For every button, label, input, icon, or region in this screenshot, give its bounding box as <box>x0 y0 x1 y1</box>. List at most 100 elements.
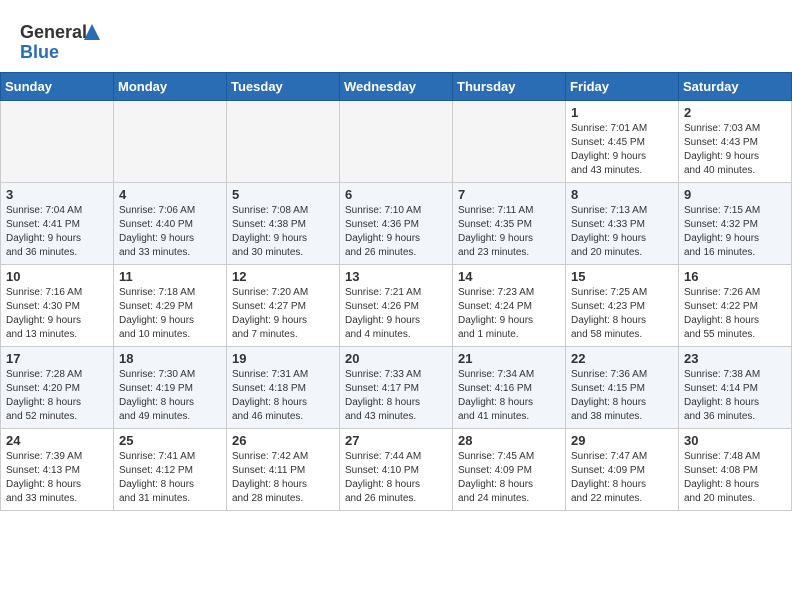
day-number: 15 <box>571 269 673 284</box>
calendar-cell: 23 Sunrise: 7:38 AM Sunset: 4:14 PM Dayli… <box>679 347 792 429</box>
calendar-cell <box>114 101 227 183</box>
day-info: Sunrise: 7:21 AM Sunset: 4:26 PM Dayligh… <box>345 286 447 342</box>
day-info: Sunrise: 7:38 AM Sunset: 4:14 PM Dayligh… <box>684 368 786 424</box>
day-info: Sunrise: 7:06 AM Sunset: 4:40 PM Dayligh… <box>119 204 221 260</box>
calendar-cell: 27Sunrise: 7:44 AM Sunset: 4:10 PM Dayli… <box>340 429 453 511</box>
calendar-cell: 6 Sunrise: 7:10 AM Sunset: 4:36 PM Daylig… <box>340 183 453 265</box>
calendar-cell: 7 Sunrise: 7:11 AM Sunset: 4:35 PM Daylig… <box>453 183 566 265</box>
day-number: 12 <box>232 269 334 284</box>
calendar-week-row: 3 Sunrise: 7:04 AM Sunset: 4:41 PM Daylig… <box>1 183 792 265</box>
day-info: Sunrise: 7:18 AM Sunset: 4:29 PM Dayligh… <box>119 286 221 342</box>
calendar-cell: 29Sunrise: 7:47 AM Sunset: 4:09 PM Dayli… <box>566 429 679 511</box>
day-info: Sunrise: 7:13 AM Sunset: 4:33 PM Dayligh… <box>571 204 673 260</box>
day-number: 4 <box>119 187 221 202</box>
calendar-header-row: SundayMondayTuesdayWednesdayThursdayFrid… <box>1 73 792 101</box>
day-info: Sunrise: 7:08 AM Sunset: 4:38 PM Dayligh… <box>232 204 334 260</box>
calendar-cell: 2 Sunrise: 7:03 AM Sunset: 4:43 PM Daylig… <box>679 101 792 183</box>
day-number: 17 <box>6 351 108 366</box>
day-info: Sunrise: 7:45 AM Sunset: 4:09 PM Dayligh… <box>458 450 560 506</box>
day-number: 28 <box>458 433 560 448</box>
day-number: 2 <box>684 105 786 120</box>
day-number: 3 <box>6 187 108 202</box>
day-info: Sunrise: 7:25 AM Sunset: 4:23 PM Dayligh… <box>571 286 673 342</box>
calendar-cell: 28 Sunrise: 7:45 AM Sunset: 4:09 PM Dayli… <box>453 429 566 511</box>
calendar-cell: 14 Sunrise: 7:23 AM Sunset: 4:24 PM Dayli… <box>453 265 566 347</box>
calendar-cell: 3 Sunrise: 7:04 AM Sunset: 4:41 PM Daylig… <box>1 183 114 265</box>
day-info: Sunrise: 7:31 AM Sunset: 4:18 PM Dayligh… <box>232 368 334 424</box>
logo-svg: General Blue <box>20 16 110 64</box>
calendar-cell <box>227 101 340 183</box>
day-info: Sunrise: 7:04 AM Sunset: 4:41 PM Dayligh… <box>6 204 108 260</box>
calendar-cell: 1Sunrise: 7:01 AM Sunset: 4:45 PM Daylig… <box>566 101 679 183</box>
calendar-cell: 17 Sunrise: 7:28 AM Sunset: 4:20 PM Dayli… <box>1 347 114 429</box>
day-number: 29 <box>571 433 673 448</box>
calendar-cell <box>340 101 453 183</box>
day-number: 14 <box>458 269 560 284</box>
day-info: Sunrise: 7:36 AM Sunset: 4:15 PM Dayligh… <box>571 368 673 424</box>
day-number: 7 <box>458 187 560 202</box>
day-number: 6 <box>345 187 447 202</box>
day-info: Sunrise: 7:26 AM Sunset: 4:22 PM Dayligh… <box>684 286 786 342</box>
day-number: 10 <box>6 269 108 284</box>
day-info: Sunrise: 7:44 AM Sunset: 4:10 PM Dayligh… <box>345 450 447 506</box>
day-number: 23 <box>684 351 786 366</box>
calendar-week-row: 1Sunrise: 7:01 AM Sunset: 4:45 PM Daylig… <box>1 101 792 183</box>
page-header: General Blue <box>0 0 792 72</box>
calendar-week-row: 24 Sunrise: 7:39 AM Sunset: 4:13 PM Dayli… <box>1 429 792 511</box>
calendar-cell <box>1 101 114 183</box>
day-number: 26 <box>232 433 334 448</box>
day-info: Sunrise: 7:42 AM Sunset: 4:11 PM Dayligh… <box>232 450 334 506</box>
day-info: Sunrise: 7:20 AM Sunset: 4:27 PM Dayligh… <box>232 286 334 342</box>
calendar-cell: 30Sunrise: 7:48 AM Sunset: 4:08 PM Dayli… <box>679 429 792 511</box>
calendar-cell: 4 Sunrise: 7:06 AM Sunset: 4:40 PM Daylig… <box>114 183 227 265</box>
calendar-header-saturday: Saturday <box>679 73 792 101</box>
day-number: 19 <box>232 351 334 366</box>
day-number: 25 <box>119 433 221 448</box>
calendar-cell: 11 Sunrise: 7:18 AM Sunset: 4:29 PM Dayli… <box>114 265 227 347</box>
day-number: 5 <box>232 187 334 202</box>
day-number: 8 <box>571 187 673 202</box>
calendar-cell: 18 Sunrise: 7:30 AM Sunset: 4:19 PM Dayli… <box>114 347 227 429</box>
calendar-cell: 20Sunrise: 7:33 AM Sunset: 4:17 PM Dayli… <box>340 347 453 429</box>
day-info: Sunrise: 7:34 AM Sunset: 4:16 PM Dayligh… <box>458 368 560 424</box>
calendar-cell: 24 Sunrise: 7:39 AM Sunset: 4:13 PM Dayli… <box>1 429 114 511</box>
calendar-cell: 12 Sunrise: 7:20 AM Sunset: 4:27 PM Dayli… <box>227 265 340 347</box>
calendar-cell <box>453 101 566 183</box>
day-info: Sunrise: 7:28 AM Sunset: 4:20 PM Dayligh… <box>6 368 108 424</box>
day-info: Sunrise: 7:15 AM Sunset: 4:32 PM Dayligh… <box>684 204 786 260</box>
calendar-header-monday: Monday <box>114 73 227 101</box>
day-number: 16 <box>684 269 786 284</box>
logo: General Blue <box>20 16 110 64</box>
calendar-cell: 15 Sunrise: 7:25 AM Sunset: 4:23 PM Dayli… <box>566 265 679 347</box>
calendar-header-wednesday: Wednesday <box>340 73 453 101</box>
day-number: 11 <box>119 269 221 284</box>
calendar-cell: 16 Sunrise: 7:26 AM Sunset: 4:22 PM Dayli… <box>679 265 792 347</box>
calendar-header-sunday: Sunday <box>1 73 114 101</box>
calendar-cell: 22 Sunrise: 7:36 AM Sunset: 4:15 PM Dayli… <box>566 347 679 429</box>
calendar-header-thursday: Thursday <box>453 73 566 101</box>
day-number: 20 <box>345 351 447 366</box>
day-number: 22 <box>571 351 673 366</box>
day-number: 18 <box>119 351 221 366</box>
day-number: 24 <box>6 433 108 448</box>
day-info: Sunrise: 7:30 AM Sunset: 4:19 PM Dayligh… <box>119 368 221 424</box>
calendar-cell: 9Sunrise: 7:15 AM Sunset: 4:32 PM Daylig… <box>679 183 792 265</box>
calendar-week-row: 10Sunrise: 7:16 AM Sunset: 4:30 PM Dayli… <box>1 265 792 347</box>
day-info: Sunrise: 7:23 AM Sunset: 4:24 PM Dayligh… <box>458 286 560 342</box>
day-info: Sunrise: 7:39 AM Sunset: 4:13 PM Dayligh… <box>6 450 108 506</box>
day-info: Sunrise: 7:41 AM Sunset: 4:12 PM Dayligh… <box>119 450 221 506</box>
day-number: 13 <box>345 269 447 284</box>
calendar-cell: 25 Sunrise: 7:41 AM Sunset: 4:12 PM Dayli… <box>114 429 227 511</box>
day-info: Sunrise: 7:03 AM Sunset: 4:43 PM Dayligh… <box>684 122 786 178</box>
calendar-cell: 26 Sunrise: 7:42 AM Sunset: 4:11 PM Dayli… <box>227 429 340 511</box>
calendar-cell: 10Sunrise: 7:16 AM Sunset: 4:30 PM Dayli… <box>1 265 114 347</box>
day-info: Sunrise: 7:10 AM Sunset: 4:36 PM Dayligh… <box>345 204 447 260</box>
calendar-cell: 8 Sunrise: 7:13 AM Sunset: 4:33 PM Daylig… <box>566 183 679 265</box>
svg-text:General: General <box>20 22 87 42</box>
calendar-cell: 21Sunrise: 7:34 AM Sunset: 4:16 PM Dayli… <box>453 347 566 429</box>
calendar-cell: 19 Sunrise: 7:31 AM Sunset: 4:18 PM Dayli… <box>227 347 340 429</box>
calendar-cell: 13 Sunrise: 7:21 AM Sunset: 4:26 PM Dayli… <box>340 265 453 347</box>
calendar-header-friday: Friday <box>566 73 679 101</box>
day-info: Sunrise: 7:11 AM Sunset: 4:35 PM Dayligh… <box>458 204 560 260</box>
day-info: Sunrise: 7:01 AM Sunset: 4:45 PM Dayligh… <box>571 122 673 178</box>
